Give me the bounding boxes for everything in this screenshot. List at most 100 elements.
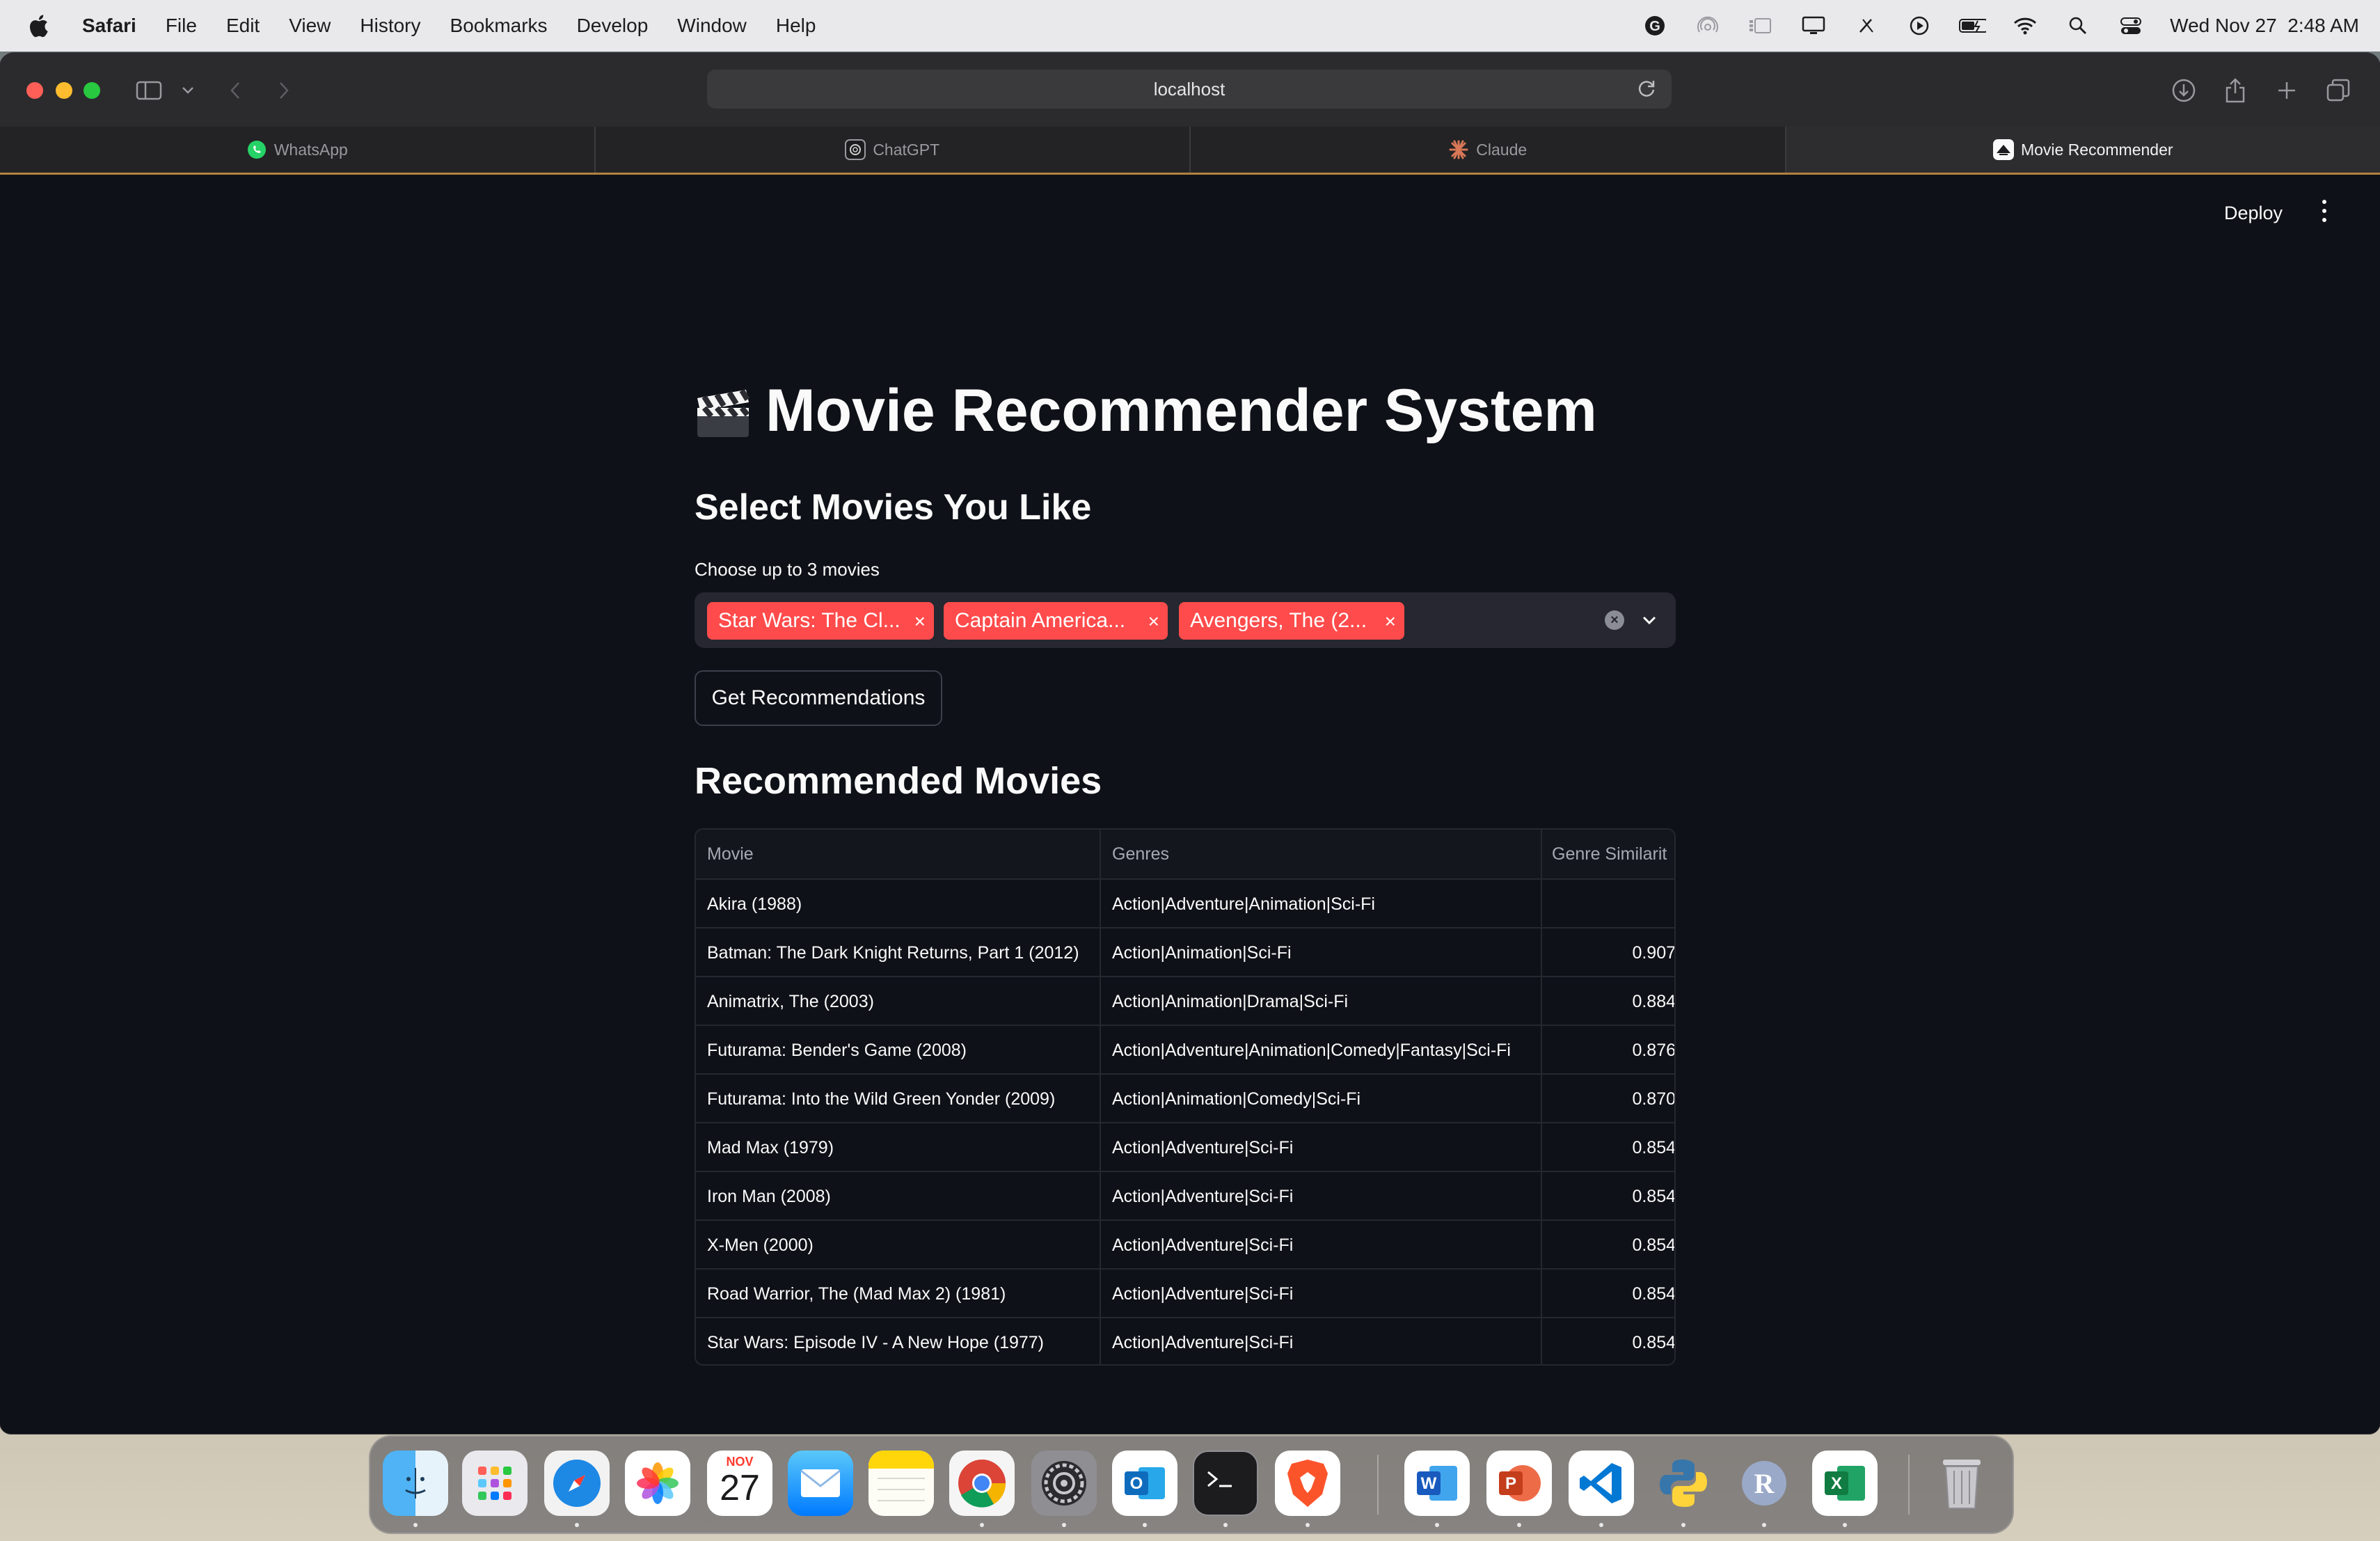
cell-similarity: 0.870 bbox=[1632, 1089, 1676, 1109]
wifi-icon[interactable] bbox=[2011, 15, 2039, 37]
calendar-icon[interactable]: NOV 27 bbox=[707, 1451, 772, 1516]
notes-icon[interactable] bbox=[868, 1451, 934, 1516]
remove-chip-icon[interactable]: × bbox=[914, 610, 926, 633]
reload-icon[interactable] bbox=[1637, 78, 1658, 104]
table-row[interactable]: Road Warrior, The (Mad Max 2) (1981) Acti… bbox=[696, 1268, 1674, 1318]
python-icon[interactable] bbox=[1651, 1451, 1716, 1516]
cell-movie: Road Warrior, The (Mad Max 2) (1981) bbox=[696, 1270, 1101, 1318]
table-row[interactable]: Iron Man (2008) Action|Adventure|Sci-Fi 0.… bbox=[696, 1171, 1674, 1221]
selected-movie-chip[interactable]: Avengers, The (2... × bbox=[1179, 602, 1404, 640]
tab-whatsapp[interactable]: WhatsApp bbox=[0, 127, 596, 173]
pen-icon[interactable] bbox=[1853, 15, 1880, 37]
deploy-button[interactable]: Deploy bbox=[2224, 203, 2283, 224]
claude-icon bbox=[1448, 139, 1469, 160]
powerpoint-icon[interactable]: P bbox=[1486, 1451, 1552, 1516]
main-menu-icon[interactable] bbox=[2317, 197, 2331, 225]
menu-history[interactable]: History bbox=[360, 15, 420, 37]
menu-develop[interactable]: Develop bbox=[577, 15, 649, 37]
cell-movie: Batman: The Dark Knight Returns, Part 1 … bbox=[696, 928, 1101, 977]
vscode-icon[interactable] bbox=[1569, 1451, 1634, 1516]
outlook-icon[interactable]: O bbox=[1112, 1451, 1177, 1516]
table-row[interactable]: Animatrix, The (2003) Action|Animation|Dr… bbox=[696, 976, 1674, 1026]
dock-separator bbox=[1377, 1455, 1379, 1515]
zoom-window-button[interactable] bbox=[84, 82, 100, 99]
excel-icon[interactable]: X bbox=[1812, 1451, 1878, 1516]
address-bar[interactable]: localhost bbox=[707, 70, 1672, 109]
tab-group-chevron-icon[interactable] bbox=[174, 77, 202, 104]
remove-chip-icon[interactable]: × bbox=[1385, 610, 1396, 633]
terminal-icon[interactable] bbox=[1193, 1451, 1258, 1516]
tab-movie-recommender[interactable]: Movie Recommender bbox=[1786, 127, 2380, 173]
chrome-icon[interactable] bbox=[949, 1451, 1015, 1516]
safari-icon[interactable] bbox=[544, 1451, 610, 1516]
minimize-window-button[interactable] bbox=[56, 82, 72, 99]
battery-icon[interactable] bbox=[1958, 15, 1987, 37]
column-header-similarity[interactable]: Genre Similarit bbox=[1542, 830, 1674, 878]
menu-edit[interactable]: Edit bbox=[226, 15, 260, 37]
tab-claude[interactable]: Claude bbox=[1191, 127, 1786, 173]
menu-help[interactable]: Help bbox=[776, 15, 816, 37]
tab-chatgpt[interactable]: ChatGPT bbox=[595, 127, 1191, 173]
chevron-down-icon[interactable] bbox=[1638, 609, 1660, 631]
menu-view[interactable]: View bbox=[289, 15, 331, 37]
finder-icon[interactable] bbox=[383, 1451, 448, 1516]
brave-icon[interactable] bbox=[1275, 1451, 1340, 1516]
back-icon[interactable] bbox=[221, 77, 249, 104]
cell-similarity: 0.854 bbox=[1632, 1137, 1676, 1157]
launchpad-icon[interactable] bbox=[462, 1451, 527, 1516]
word-icon[interactable]: W bbox=[1404, 1451, 1470, 1516]
app-name-menu[interactable]: Safari bbox=[82, 15, 136, 37]
airdrop-icon[interactable] bbox=[1694, 15, 1722, 37]
remove-chip-icon[interactable]: × bbox=[1148, 610, 1159, 633]
mail-icon[interactable] bbox=[788, 1451, 853, 1516]
table-row[interactable]: Mad Max (1979) Action|Adventure|Sci-Fi 0.8… bbox=[696, 1122, 1676, 1172]
cell-genres: Action|Adventure|Sci-Fi bbox=[1101, 1221, 1542, 1270]
new-tab-icon[interactable] bbox=[2273, 77, 2301, 104]
movie-multiselect[interactable]: Star Wars: The Cl... × Captain America..… bbox=[695, 592, 1676, 648]
column-header-movie[interactable]: Movie bbox=[696, 830, 1101, 878]
sidebar-toggle-icon[interactable] bbox=[135, 77, 163, 104]
menu-bookmarks[interactable]: Bookmarks bbox=[450, 15, 548, 37]
table-row[interactable]: X-Men (2000) Action|Adventure|Sci-Fi 0.854 bbox=[696, 1219, 1674, 1270]
cell-movie: Akira (1988) bbox=[696, 880, 1101, 928]
close-window-button[interactable] bbox=[26, 82, 43, 99]
play-icon[interactable] bbox=[1905, 15, 1933, 37]
table-row[interactable]: Futurama: Bender's Game (2008) Action|Adv… bbox=[696, 1025, 1674, 1075]
grammarly-icon[interactable]: G bbox=[1641, 15, 1669, 37]
system-settings-icon[interactable] bbox=[1031, 1451, 1097, 1516]
whatsapp-icon bbox=[246, 139, 267, 160]
column-header-genres[interactable]: Genres bbox=[1101, 830, 1542, 878]
apple-menu-icon[interactable] bbox=[28, 14, 49, 38]
get-recommendations-button[interactable]: Get Recommendations bbox=[695, 670, 942, 726]
svg-text:R: R bbox=[1754, 1468, 1775, 1499]
svg-text:P: P bbox=[1505, 1474, 1516, 1493]
trash-icon[interactable] bbox=[1929, 1451, 1994, 1516]
menubar-clock[interactable]: Wed Nov 27 2:48 AM bbox=[2170, 15, 2359, 37]
cell-similarity bbox=[1542, 880, 1674, 928]
r-icon[interactable]: R bbox=[1731, 1451, 1797, 1516]
search-icon[interactable] bbox=[2064, 15, 2092, 37]
recommendations-table[interactable]: Movie Genres Genre Similarit Akira (1988… bbox=[695, 828, 1676, 1366]
clear-all-icon[interactable]: × bbox=[1605, 610, 1624, 630]
stage-manager-icon[interactable] bbox=[1747, 15, 1775, 37]
table-row[interactable]: Futurama: Into the Wild Green Yonder (20… bbox=[696, 1073, 1676, 1123]
downloads-icon[interactable] bbox=[2170, 77, 2198, 104]
chip-label: Captain America... bbox=[955, 609, 1126, 632]
cell-movie: Star Wars: Episode IV - A New Hope (1977… bbox=[696, 1318, 1101, 1364]
selected-movie-chip[interactable]: Captain America... × bbox=[944, 602, 1168, 640]
menu-window[interactable]: Window bbox=[677, 15, 747, 37]
table-row[interactable]: Star Wars: Episode IV - A New Hope (1977… bbox=[696, 1317, 1674, 1364]
table-row[interactable]: Akira (1988) Action|Adventure|Animation|S… bbox=[696, 878, 1674, 928]
forward-icon[interactable] bbox=[270, 77, 298, 104]
photos-icon[interactable] bbox=[625, 1451, 690, 1516]
share-icon[interactable] bbox=[2221, 77, 2249, 104]
table-row[interactable]: Batman: The Dark Knight Returns, Part 1 … bbox=[696, 927, 1674, 977]
cell-genres: Action|Adventure|Sci-Fi bbox=[1101, 1123, 1542, 1172]
tab-overview-icon[interactable] bbox=[2324, 77, 2352, 104]
menu-file[interactable]: File bbox=[166, 15, 197, 37]
cell-movie: Iron Man (2008) bbox=[696, 1172, 1101, 1221]
running-indicator bbox=[1843, 1523, 1847, 1527]
control-center-icon[interactable] bbox=[2117, 15, 2145, 37]
selected-movie-chip[interactable]: Star Wars: The Cl... × bbox=[707, 602, 934, 640]
display-icon[interactable] bbox=[1800, 15, 1827, 37]
